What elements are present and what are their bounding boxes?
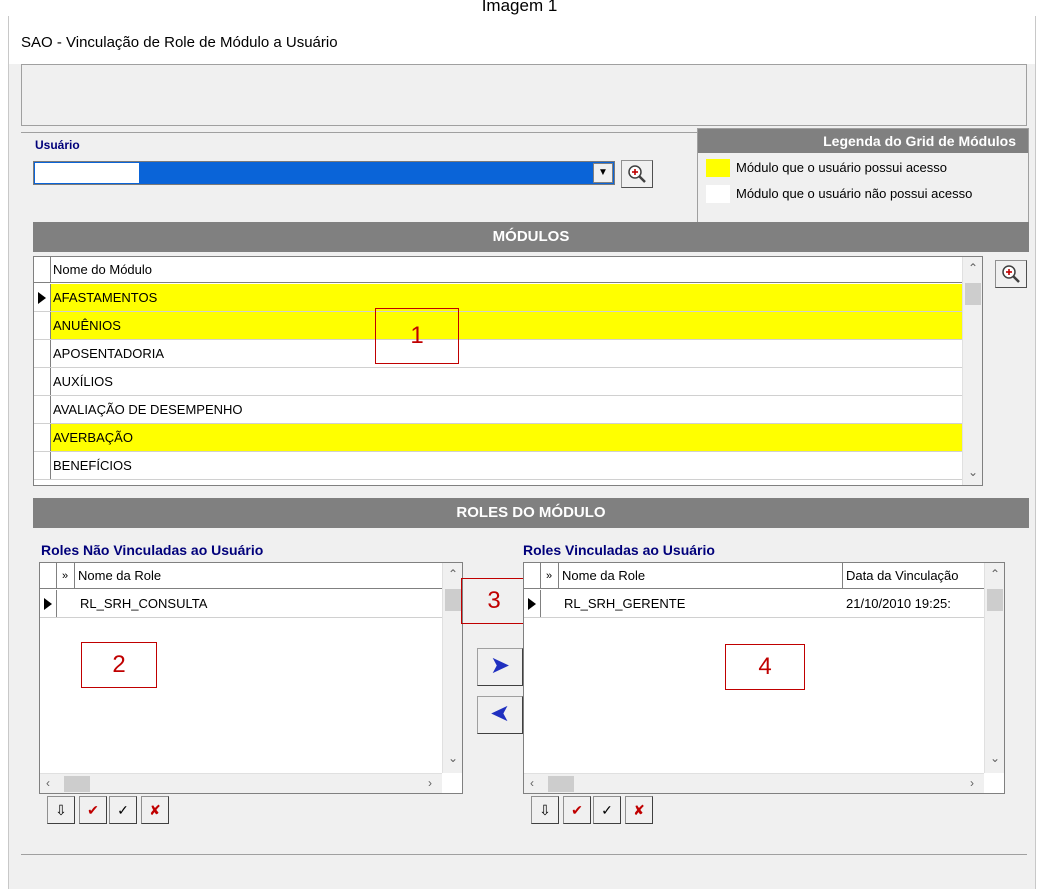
table-row[interactable]: RL_SRH_GERENTE 21/10/2010 19:25: bbox=[524, 590, 984, 618]
table-row[interactable]: APOSENTADORIA bbox=[34, 340, 962, 368]
chevron-left-icon[interactable]: ‹ bbox=[530, 776, 534, 790]
table-row[interactable]: ANUÊNIOS bbox=[34, 312, 962, 340]
roles-v-hscroll[interactable]: ‹ › bbox=[524, 773, 984, 793]
roles-nao-vinculadas-label: Roles Não Vinculadas ao Usuário bbox=[41, 542, 264, 558]
modulos-vscroll[interactable]: ⌃ ⌄ bbox=[962, 257, 982, 485]
check-icon[interactable]: ✓ bbox=[109, 796, 137, 824]
roles-v-vscroll[interactable]: ⌃ ⌄ bbox=[984, 563, 1004, 773]
module-name: BENEFÍCIOS bbox=[53, 458, 132, 473]
move-left-button[interactable]: ➤ bbox=[477, 696, 523, 734]
table-row[interactable]: RL_SRH_CONSULTA bbox=[40, 590, 442, 618]
table-row[interactable]: AVALIAÇÃO DE DESEMPENHO bbox=[34, 396, 962, 424]
modulos-grid-header: Nome do Módulo bbox=[34, 257, 962, 283]
table-row[interactable]: BENEFÍCIOS bbox=[34, 452, 962, 480]
column-header-select: » bbox=[62, 570, 69, 582]
current-row-indicator bbox=[44, 598, 52, 610]
module-name: AVALIAÇÃO DE DESEMPENHO bbox=[53, 402, 243, 417]
usuario-combo[interactable]: ▼ bbox=[33, 161, 615, 185]
chevron-down-icon[interactable]: ⌄ bbox=[448, 751, 458, 765]
annotation-4: 4 bbox=[725, 644, 805, 690]
table-row[interactable]: AVERBAÇÃO bbox=[34, 424, 962, 452]
chevron-down-icon[interactable]: ⌄ bbox=[990, 751, 1000, 765]
annotation-2: 2 bbox=[81, 642, 157, 688]
current-row-indicator bbox=[528, 598, 536, 610]
status-divider bbox=[21, 854, 1027, 855]
legend-title: Legenda do Grid de Módulos bbox=[698, 129, 1028, 153]
role-name: RL_SRH_CONSULTA bbox=[80, 596, 208, 611]
legend-swatch-access bbox=[706, 159, 730, 177]
column-header-nome-role[interactable]: Nome da Role bbox=[78, 563, 161, 589]
legend-text-access: Módulo que o usuário possui acesso bbox=[736, 160, 948, 175]
magnifier-plus-icon bbox=[628, 165, 646, 183]
usuario-combo-value bbox=[35, 163, 139, 183]
modulos-header: MÓDULOS bbox=[33, 222, 1029, 252]
select-row-icon[interactable]: ⇩ bbox=[531, 796, 559, 824]
module-name: AUXÍLIOS bbox=[53, 374, 113, 389]
legend-text-no-access: Módulo que o usuário não possui acesso bbox=[736, 186, 973, 201]
chevron-up-icon[interactable]: ⌃ bbox=[968, 261, 978, 275]
window-title: SAO - Vinculação de Role de Módulo a Usu… bbox=[9, 16, 1035, 64]
column-header-data-vinculacao[interactable]: Data da Vinculação bbox=[846, 563, 984, 589]
column-header-nome-modulo[interactable]: Nome do Módulo bbox=[53, 257, 152, 283]
module-name: ANUÊNIOS bbox=[53, 318, 121, 333]
chevron-right-icon[interactable]: › bbox=[970, 776, 974, 790]
usuario-label: Usuário bbox=[35, 138, 80, 150]
legend-panel: Legenda do Grid de Módulos Módulo que o … bbox=[697, 128, 1029, 228]
arrow-right-icon: ➤ bbox=[489, 652, 511, 679]
check-icon[interactable]: ✓ bbox=[593, 796, 621, 824]
chevron-left-icon[interactable]: ‹ bbox=[46, 776, 50, 790]
chevron-down-icon[interactable]: ▼ bbox=[593, 163, 613, 183]
column-header-nome-role[interactable]: Nome da Role bbox=[562, 563, 645, 589]
main-window: SAO - Vinculação de Role de Módulo a Usu… bbox=[8, 16, 1036, 889]
chevron-down-icon[interactable]: ⌄ bbox=[968, 465, 978, 479]
chevron-up-icon[interactable]: ⌃ bbox=[448, 567, 458, 581]
modulos-scroll-thumb[interactable] bbox=[965, 283, 981, 305]
select-all-icon[interactable]: ✔ bbox=[79, 796, 107, 824]
column-header-select: » bbox=[546, 570, 553, 582]
search-modulo-button[interactable] bbox=[995, 260, 1027, 288]
message-panel bbox=[21, 64, 1027, 126]
role-name: RL_SRH_GERENTE bbox=[564, 596, 686, 611]
roles-header: ROLES DO MÓDULO bbox=[33, 498, 1029, 528]
chevron-up-icon[interactable]: ⌃ bbox=[990, 567, 1000, 581]
legend-swatch-no-access bbox=[706, 185, 730, 203]
modulos-grid[interactable]: Nome do Módulo AFASTAMENTOS ANUÊNIOS APOSE… bbox=[33, 256, 983, 486]
annotation-3: 3 bbox=[461, 578, 527, 624]
clear-selection-icon[interactable]: ✘ bbox=[141, 796, 169, 824]
roles-nv-vscroll[interactable]: ⌃ ⌄ bbox=[442, 563, 462, 773]
roles-vinculadas-label: Roles Vinculadas ao Usuário bbox=[523, 542, 715, 558]
move-right-button[interactable]: ➤ bbox=[477, 648, 523, 686]
select-all-icon[interactable]: ✔ bbox=[563, 796, 591, 824]
module-name: AFASTAMENTOS bbox=[53, 290, 158, 305]
role-date: 21/10/2010 19:25: bbox=[846, 596, 951, 611]
search-usuario-button[interactable] bbox=[621, 160, 653, 188]
clear-selection-icon[interactable]: ✘ bbox=[625, 796, 653, 824]
current-row-indicator bbox=[38, 292, 46, 304]
module-name: APOSENTADORIA bbox=[53, 346, 165, 361]
roles-nv-hscroll[interactable]: ‹ › bbox=[40, 773, 442, 793]
select-row-icon[interactable]: ⇩ bbox=[47, 796, 75, 824]
module-name: AVERBAÇÃO bbox=[53, 430, 133, 445]
chevron-right-icon[interactable]: › bbox=[428, 776, 432, 790]
arrow-left-icon: ➤ bbox=[489, 700, 511, 727]
annotation-1: 1 bbox=[375, 308, 459, 364]
table-row[interactable]: AFASTAMENTOS bbox=[34, 284, 962, 312]
magnifier-plus-icon bbox=[1002, 265, 1020, 283]
table-row[interactable]: AUXÍLIOS bbox=[34, 368, 962, 396]
